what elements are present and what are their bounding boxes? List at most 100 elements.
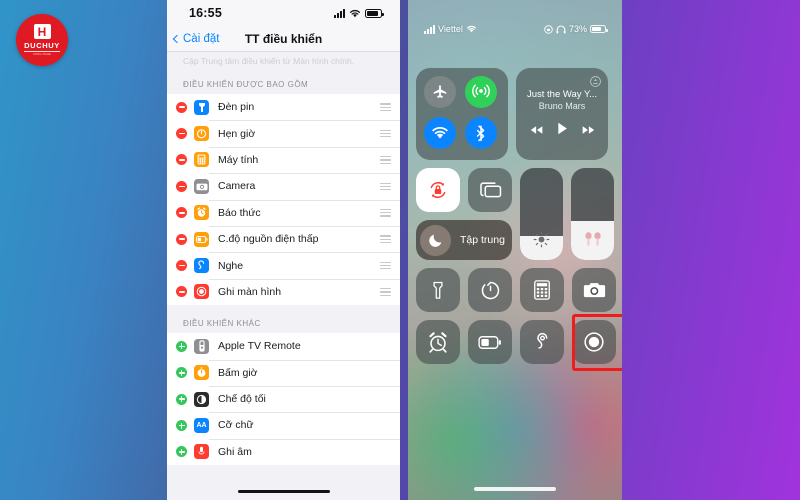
timer-tile[interactable]	[468, 268, 512, 312]
now-playing-artist: Bruno Mars	[538, 100, 586, 111]
settings-scroll-area[interactable]: Cập Trung tâm điều khiển từ Màn hình chí…	[167, 52, 400, 500]
remove-control-button[interactable]	[176, 154, 187, 166]
reorder-handle[interactable]	[380, 208, 391, 217]
add-control-button[interactable]	[176, 367, 187, 379]
home-indicator[interactable]	[237, 489, 330, 493]
list-item[interactable]: Máy tính	[167, 146, 400, 173]
wifi-icon	[466, 25, 476, 33]
back-button-label: Cài đặt	[183, 32, 220, 45]
alarm-tile[interactable]	[416, 320, 460, 364]
hearing-icon	[194, 258, 209, 274]
screen-mirroring-tile[interactable]	[468, 168, 512, 212]
add-control-button[interactable]	[176, 446, 187, 458]
airplay-icon[interactable]	[590, 74, 601, 92]
reorder-handle[interactable]	[380, 261, 391, 270]
list-item[interactable]: Bấm giờ	[167, 359, 400, 386]
highlight-box-screen-record	[572, 314, 622, 371]
headphones-icon	[556, 25, 566, 33]
add-control-button[interactable]	[176, 419, 187, 431]
flashlight-tile[interactable]	[416, 268, 460, 312]
list-item-label: Apple TV Remote	[218, 340, 301, 353]
right-phone-screen: Viettel 73% Just the Way Y... Bruno Mars…	[408, 0, 622, 500]
reorder-handle[interactable]	[380, 156, 391, 164]
list-item[interactable]: Hẹn giờ	[167, 120, 400, 146]
add-control-button[interactable]	[176, 393, 187, 405]
list-item[interactable]: Ghi màn hình	[167, 278, 400, 305]
remove-control-button[interactable]	[176, 233, 187, 245]
wifi-toggle[interactable]	[424, 117, 456, 149]
remove-control-button[interactable]	[176, 128, 187, 140]
rotation-lock-tile[interactable]	[416, 168, 460, 212]
chevron-left-icon	[172, 34, 182, 43]
cc-row-middle: Tập trung	[416, 168, 614, 260]
brightness-slider[interactable]	[520, 168, 563, 260]
section-description: Cập Trung tâm điều khiển từ Màn hình chí…	[183, 56, 355, 66]
apple-tv-remote-icon	[194, 338, 209, 354]
bluetooth-toggle[interactable]	[465, 117, 497, 149]
right-status-bar: Viettel 73%	[408, 22, 622, 36]
cc-row-tiles-2	[416, 314, 622, 371]
brand-tagline: CONG NGHE	[33, 53, 51, 56]
list-item[interactable]: Đèn pin	[167, 94, 400, 120]
remove-control-button[interactable]	[176, 180, 187, 192]
play-button[interactable]	[557, 122, 568, 140]
mid-left-group: Tập trung	[416, 168, 512, 260]
left-nav-bar: Cài đặt TT điều khiển	[167, 26, 400, 52]
list-item-label: Bấm giờ	[218, 366, 258, 379]
focus-label: Tập trung	[460, 234, 505, 246]
screen-record-icon	[194, 284, 209, 300]
now-playing-module[interactable]: Just the Way Y... Bruno Mars	[516, 68, 608, 160]
list-item-label: Cỡ chữ	[218, 419, 254, 432]
included-controls-list: Đèn pin Hẹn giờ Máy tính Camera Báo thức…	[167, 94, 400, 306]
background-gradient	[0, 0, 800, 500]
list-item-label: Đèn pin	[218, 101, 255, 114]
airpods-icon	[571, 231, 614, 253]
more-controls-list: Apple TV Remote Bấm giờ Chế độ tối AA Cỡ	[167, 333, 400, 466]
camera-tile[interactable]	[572, 268, 616, 312]
remove-control-button[interactable]	[176, 207, 187, 219]
reorder-handle[interactable]	[380, 103, 391, 111]
reorder-handle[interactable]	[380, 235, 391, 243]
list-item[interactable]: Ghi âm	[167, 438, 400, 465]
list-item[interactable]: Camera	[167, 173, 400, 199]
list-item[interactable]: AA Cỡ chữ	[167, 412, 400, 438]
calculator-tile[interactable]	[520, 268, 564, 312]
remove-control-button[interactable]	[176, 286, 187, 298]
list-item-label: Máy tính	[218, 153, 259, 166]
volume-slider[interactable]	[571, 168, 614, 260]
battery-icon	[590, 24, 608, 34]
brand-mark: H	[33, 24, 51, 39]
list-item[interactable]: C.độ nguồn điện thấp	[167, 225, 400, 252]
list-item-label: Hẹn giờ	[218, 127, 256, 140]
calculator-icon	[194, 152, 209, 168]
list-item-label: Ghi màn hình	[218, 285, 282, 298]
low-power-mode-icon	[194, 231, 209, 247]
next-track-button[interactable]	[582, 122, 595, 140]
cc-row-top: Just the Way Y... Bruno Mars	[416, 68, 614, 160]
list-item[interactable]: Nghe	[167, 252, 400, 278]
alarm-icon	[194, 205, 209, 221]
previous-track-button[interactable]	[530, 122, 543, 140]
hearing-tile[interactable]	[520, 320, 564, 364]
list-item[interactable]: Apple TV Remote	[167, 333, 400, 359]
back-button[interactable]: Cài đặt	[167, 33, 219, 45]
remove-control-button[interactable]	[176, 260, 187, 272]
low-power-tile[interactable]	[468, 320, 512, 364]
focus-tile[interactable]: Tập trung	[416, 220, 512, 260]
reorder-handle[interactable]	[380, 288, 391, 296]
reorder-handle[interactable]	[380, 129, 391, 138]
list-item[interactable]: Chế độ tối	[167, 385, 400, 412]
section-header-more: ĐIỀU KHIỂN KHÁC	[183, 319, 261, 329]
reorder-handle[interactable]	[380, 182, 391, 191]
flashlight-icon	[194, 99, 209, 115]
dark-mode-icon	[194, 391, 209, 407]
wifi-icon	[349, 9, 361, 17]
list-item[interactable]: Báo thức	[167, 199, 400, 226]
cellular-data-toggle[interactable]	[465, 76, 497, 108]
sun-icon	[520, 231, 563, 253]
add-control-button[interactable]	[176, 340, 187, 352]
airplane-mode-toggle[interactable]	[424, 76, 456, 108]
home-indicator[interactable]	[474, 487, 556, 491]
list-item-label: Báo thức	[218, 206, 261, 219]
remove-control-button[interactable]	[176, 101, 187, 113]
